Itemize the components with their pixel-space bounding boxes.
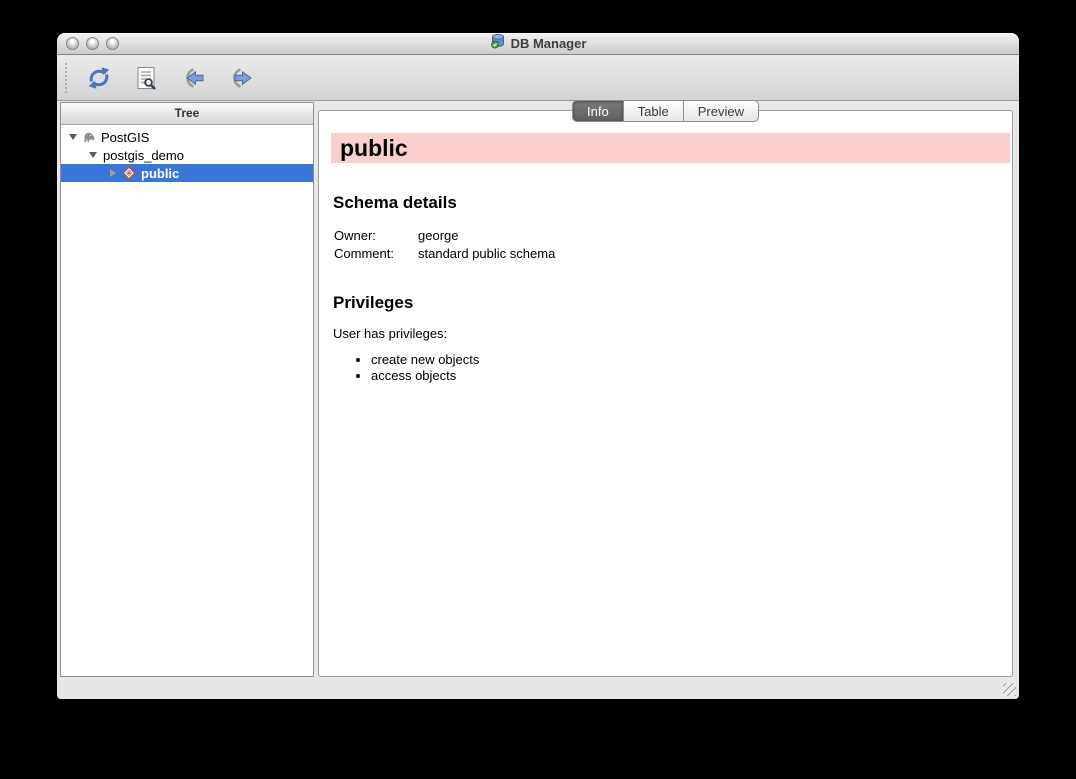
tree-item-label: PostGIS xyxy=(101,130,149,145)
owner-value: george xyxy=(418,227,555,245)
traffic-lights xyxy=(66,37,119,50)
tree-item-label: postgis_demo xyxy=(103,148,184,163)
expand-arrow-icon[interactable] xyxy=(87,152,99,158)
tree-list: PostGIS postgis_demo public xyxy=(61,125,313,182)
refresh-button[interactable] xyxy=(84,63,114,93)
import-layer-button[interactable] xyxy=(178,63,208,93)
privileges-list: create new objects access objects xyxy=(319,352,1012,384)
title-bar[interactable]: DB Manager xyxy=(57,33,1019,55)
db-manager-icon xyxy=(490,33,506,56)
tab-bar: Info Table Preview xyxy=(315,100,1016,122)
comment-label: Comment: xyxy=(334,245,418,263)
tab-info[interactable]: Info xyxy=(572,100,624,122)
list-item: create new objects xyxy=(371,352,1012,368)
toolbar-drag-handle[interactable] xyxy=(65,63,67,93)
tab-preview[interactable]: Preview xyxy=(684,100,759,122)
table-row: Owner: george xyxy=(334,227,555,245)
table-row: Comment: standard public schema xyxy=(334,245,555,263)
tree-panel-header: Tree xyxy=(61,103,313,125)
owner-label: Owner: xyxy=(334,227,418,245)
minimize-button[interactable] xyxy=(86,37,99,50)
schema-details-heading: Schema details xyxy=(333,193,1012,213)
schema-details-table: Owner: george Comment: standard public s… xyxy=(334,227,555,263)
toolbar xyxy=(57,56,1019,101)
comment-value: standard public schema xyxy=(418,245,555,263)
status-bar xyxy=(57,678,1019,699)
expand-arrow-icon[interactable] xyxy=(67,134,79,140)
schema-name-banner: public xyxy=(331,133,1010,163)
tree-item-public[interactable]: public xyxy=(61,164,313,182)
postgis-elephant-icon xyxy=(81,130,97,144)
refresh-icon xyxy=(86,65,112,91)
privileges-heading: Privileges xyxy=(333,293,1012,313)
tree-item-postgis[interactable]: PostGIS xyxy=(61,128,313,146)
tab-table[interactable]: Table xyxy=(624,100,684,122)
list-item: access objects xyxy=(371,368,1012,384)
info-pane: public Schema details Owner: george Comm… xyxy=(318,110,1013,677)
privileges-intro: User has privileges: xyxy=(333,326,1012,341)
tree-item-label: public xyxy=(141,166,179,181)
export-file-button[interactable] xyxy=(225,63,255,93)
tree-panel: Tree PostGIS postgis_demo xyxy=(60,102,314,677)
collapse-arrow-icon[interactable] xyxy=(107,169,119,177)
zoom-button[interactable] xyxy=(106,37,119,50)
sql-window-button[interactable] xyxy=(131,63,161,93)
import-layer-icon xyxy=(180,65,206,91)
window-title-area: DB Manager xyxy=(57,33,1019,55)
schema-icon xyxy=(121,166,137,180)
export-file-icon xyxy=(227,65,253,91)
db-manager-window: DB Manager xyxy=(57,33,1019,699)
sql-window-icon xyxy=(134,65,158,91)
window-title: DB Manager xyxy=(511,33,587,55)
tree-item-postgis-demo[interactable]: postgis_demo xyxy=(61,146,313,164)
close-button[interactable] xyxy=(66,37,79,50)
resize-grip-icon[interactable] xyxy=(1003,683,1016,696)
